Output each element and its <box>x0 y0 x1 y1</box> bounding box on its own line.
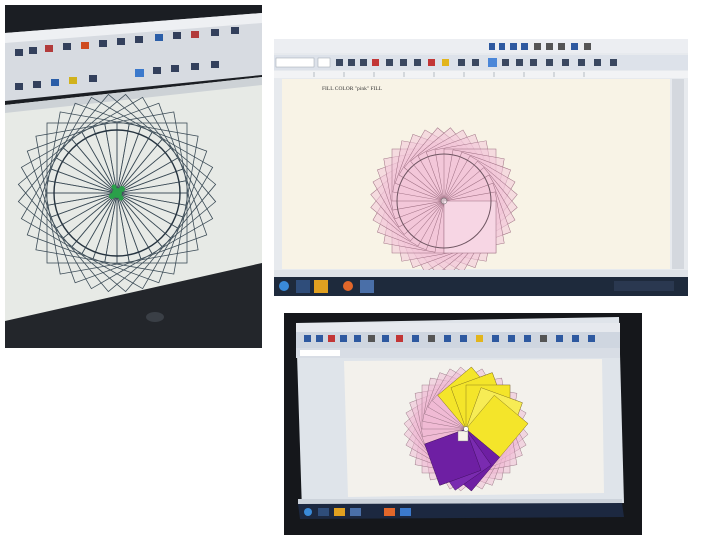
photo-colored-rosette-tablet <box>284 313 642 535</box>
photo-pink-rosette-word-processor: FILL COLOR "pink" FILL <box>274 39 688 296</box>
document-text: FILL COLOR "pink" FILL <box>322 86 383 92</box>
photo-spiral-squares-monitor <box>5 5 262 348</box>
